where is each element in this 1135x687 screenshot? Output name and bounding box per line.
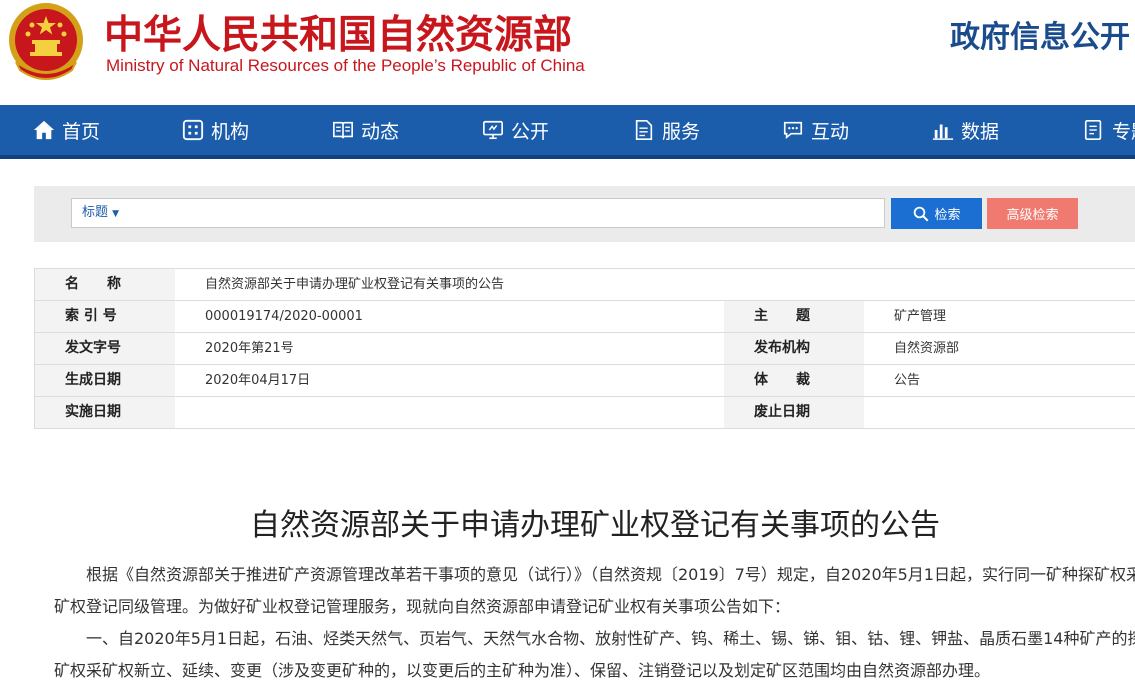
article-paragraph: 一、自2020年5月1日起，石油、烃类天然气、页岩气、天然气水合物、放射性矿产、… <box>54 629 1135 680</box>
document-metadata-table: 名 称 自然资源部关于申请办理矿业权登记有关事项的公告 索 引 号 000019… <box>34 268 1135 429</box>
advanced-search-label: 高级检索 <box>1006 208 1059 223</box>
issuer-label: 发布机构 <box>724 333 864 364</box>
site-title-en: Ministry of Natural Resources of the Peo… <box>106 56 585 75</box>
news-icon <box>333 121 353 139</box>
advanced-search-button[interactable]: 高级检索 <box>987 198 1078 229</box>
chat-icon <box>783 121 803 140</box>
expiry-date-label: 废止日期 <box>724 397 864 428</box>
caret-down-icon: ▼ <box>112 209 120 219</box>
table-row: 生成日期 2020年04月17日 体 裁 公告 <box>35 365 1135 397</box>
search-field-label: 标题 <box>82 205 109 220</box>
search-bar: 标题 ▼ 检索 高级检索 <box>34 186 1135 242</box>
article-title: 自然资源部关于申请办理矿业权登记有关事项的公告 <box>250 508 940 543</box>
search-box: 标题 ▼ <box>71 198 885 228</box>
chart-icon <box>932 124 954 140</box>
nav-item-label: 动态 <box>361 120 400 143</box>
nav-item-label: 服务 <box>662 120 701 143</box>
effective-date-value <box>175 397 724 428</box>
organization-icon <box>182 119 204 141</box>
nav-item-disclosure[interactable]: 公开 <box>482 105 549 155</box>
table-row: 发文字号 2020年第21号 发布机构 自然资源部 <box>35 333 1135 365</box>
nav-item-service[interactable]: 服务 <box>633 105 700 155</box>
topic-icon <box>1084 120 1102 140</box>
date-label: 生成日期 <box>35 365 175 396</box>
nav-item-label: 数据 <box>961 120 1000 143</box>
search-input[interactable] <box>132 201 881 225</box>
site-title-cn: 中华人民共和国自然资源部 <box>104 13 573 58</box>
search-button-label: 检索 <box>934 208 961 223</box>
doc-number-label: 发文字号 <box>35 333 175 364</box>
national-emblem-icon <box>9 3 83 80</box>
name-value: 自然资源部关于申请办理矿业权登记有关事项的公告 <box>205 277 505 292</box>
section-title: 政府信息公开 <box>950 20 1130 55</box>
nav-item-label: 互动 <box>811 120 850 143</box>
effective-date-label: 实施日期 <box>35 397 175 428</box>
nav-item-interaction[interactable]: 互动 <box>782 105 849 155</box>
table-row: 名 称 自然资源部关于申请办理矿业权登记有关事项的公告 <box>35 269 1135 301</box>
service-icon <box>635 120 653 140</box>
nav-item-topic[interactable]: 专题 <box>1083 105 1135 155</box>
table-row: 实施日期 废止日期 <box>35 397 1135 429</box>
expiry-date-value <box>864 397 1135 428</box>
search-field-select[interactable]: 标题 ▼ <box>82 199 119 227</box>
nav-item-data[interactable]: 数据 <box>932 105 999 155</box>
nav-item-home[interactable]: 首页 <box>33 105 100 155</box>
article-paragraph: 根据《自然资源部关于推进矿产资源管理改革若干事项的意见（试行）》（自然资规〔20… <box>54 565 1135 616</box>
genre-value: 公告 <box>894 373 921 388</box>
index-label: 索 引 号 <box>35 301 175 332</box>
topic-value: 矿产管理 <box>894 309 947 324</box>
doc-number-value: 2020年第21号 <box>205 341 294 356</box>
site-header: 中华人民共和国自然资源部 Ministry of Natural Resourc… <box>0 0 1135 105</box>
nav-item-label: 专题 <box>1112 120 1135 143</box>
search-icon <box>914 206 929 221</box>
search-button[interactable]: 检索 <box>891 198 982 229</box>
date-value: 2020年04月17日 <box>205 373 311 388</box>
index-value: 000019174/2020-00001 <box>205 309 363 324</box>
nav-item-organization[interactable]: 机构 <box>182 105 249 155</box>
disclosure-icon <box>483 120 503 140</box>
topic-label: 主 题 <box>724 301 864 332</box>
nav-item-label: 公开 <box>511 120 550 143</box>
nav-item-news[interactable]: 动态 <box>332 105 399 155</box>
main-nav: 首页 机构 动态 公开 服务 互动 数据 专题 <box>0 105 1135 159</box>
name-label: 名 称 <box>35 269 175 300</box>
nav-item-label: 机构 <box>211 120 250 143</box>
home-icon <box>33 120 55 140</box>
issuer-value: 自然资源部 <box>894 341 960 356</box>
table-row: 索 引 号 000019174/2020-00001 主 题 矿产管理 <box>35 301 1135 333</box>
genre-label: 体 裁 <box>724 365 864 396</box>
nav-item-label: 首页 <box>62 120 101 143</box>
